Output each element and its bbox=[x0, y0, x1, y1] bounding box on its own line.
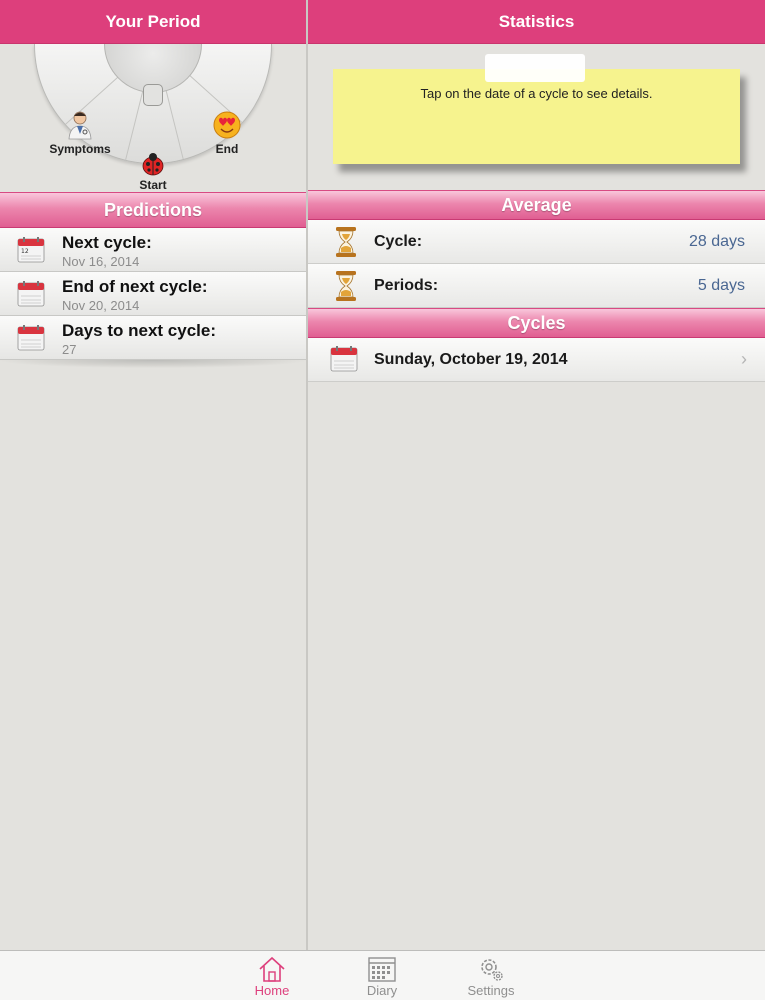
cycle-row[interactable]: Sunday, October 19, 2014 › bbox=[308, 338, 765, 382]
svg-text:12: 12 bbox=[21, 248, 29, 255]
tab-diary-label: Diary bbox=[366, 983, 398, 998]
statistics-title: Statistics bbox=[498, 11, 575, 31]
stat-label: Cycle: bbox=[374, 233, 423, 250]
your-period-navbar: Your Period bbox=[0, 0, 306, 44]
tab-diary[interactable]: Diary bbox=[352, 955, 412, 998]
sticky-note-text: Tap on the date of a cycle to see detail… bbox=[420, 86, 653, 101]
stat-label: Periods: bbox=[374, 277, 439, 294]
hourglass-icon bbox=[336, 271, 356, 301]
stat-value: 28 days bbox=[688, 233, 745, 250]
prediction-value: Nov 16, 2014 bbox=[62, 254, 140, 269]
end-label: End bbox=[215, 142, 239, 156]
hourglass-icon bbox=[336, 227, 356, 257]
calendar-icon bbox=[17, 281, 45, 307]
sticky-note-area: Tap on the date of a cycle to see detail… bbox=[308, 44, 765, 190]
statistics-navbar: Statistics bbox=[308, 0, 765, 44]
predictions-header-label: Predictions bbox=[103, 199, 203, 220]
prediction-title: Next cycle: bbox=[62, 233, 152, 252]
predictions-header: Predictions bbox=[0, 192, 306, 228]
tab-home-label: Home bbox=[254, 983, 290, 998]
average-cycle-row: Cycle: 28 days bbox=[308, 220, 765, 264]
symptoms-label: Symptoms bbox=[49, 142, 111, 156]
your-period-title: Your Period bbox=[105, 11, 201, 31]
page-curl-shadow bbox=[0, 360, 306, 368]
calendar-icon bbox=[17, 325, 45, 351]
average-periods-row: Periods: 5 days bbox=[308, 264, 765, 308]
your-period-pane: Your Period Symptoms Start End Predictio… bbox=[0, 0, 306, 950]
cycles-header-label: Cycles bbox=[507, 312, 566, 333]
prediction-row-end-of-next-cycle: End of next cycle: Nov 20, 2014 bbox=[0, 272, 306, 316]
sticky-note-tape bbox=[485, 54, 585, 82]
symptoms-button[interactable]: Symptoms bbox=[48, 110, 112, 156]
sticky-note: Tap on the date of a cycle to see detail… bbox=[333, 69, 740, 164]
calendar-icon bbox=[330, 346, 358, 372]
doctor-icon bbox=[68, 111, 92, 140]
gear-icon bbox=[481, 959, 503, 981]
stat-value: 5 days bbox=[697, 277, 745, 294]
period-wheel: Symptoms Start End bbox=[0, 44, 306, 192]
cycles-header: Cycles bbox=[308, 308, 765, 338]
tab-bar: Home Diary Settings bbox=[0, 950, 765, 1000]
ladybug-icon bbox=[142, 153, 164, 176]
start-label: Start bbox=[139, 178, 167, 192]
average-header: Average bbox=[308, 190, 765, 220]
prediction-row-days-to-next-cycle: Days to next cycle: 27 bbox=[0, 316, 306, 360]
statistics-pane: Statistics Tap on the date of a cycle to… bbox=[308, 0, 765, 950]
tab-settings[interactable]: Settings bbox=[461, 955, 521, 998]
tab-settings-label: Settings bbox=[467, 983, 515, 998]
tab-home[interactable]: Home bbox=[242, 955, 302, 998]
wheel-knob bbox=[143, 84, 163, 106]
prediction-title: End of next cycle: bbox=[62, 277, 208, 296]
chevron-right-icon: › bbox=[741, 349, 747, 369]
prediction-title: Days to next cycle: bbox=[62, 321, 217, 340]
heart-eyes-smiley-icon bbox=[213, 111, 241, 139]
calendar-icon bbox=[368, 957, 396, 982]
calendar-icon: 12 bbox=[17, 237, 45, 263]
end-button[interactable]: End bbox=[206, 110, 248, 156]
house-icon bbox=[259, 956, 285, 982]
prediction-value: 27 bbox=[62, 342, 77, 357]
prediction-row-next-cycle: 12 Next cycle: Nov 16, 2014 bbox=[0, 228, 306, 272]
start-button[interactable]: Start bbox=[130, 152, 176, 192]
average-header-label: Average bbox=[501, 194, 572, 215]
cycle-date-label: Sunday, October 19, 2014 bbox=[374, 351, 568, 368]
prediction-value: Nov 20, 2014 bbox=[62, 298, 140, 313]
